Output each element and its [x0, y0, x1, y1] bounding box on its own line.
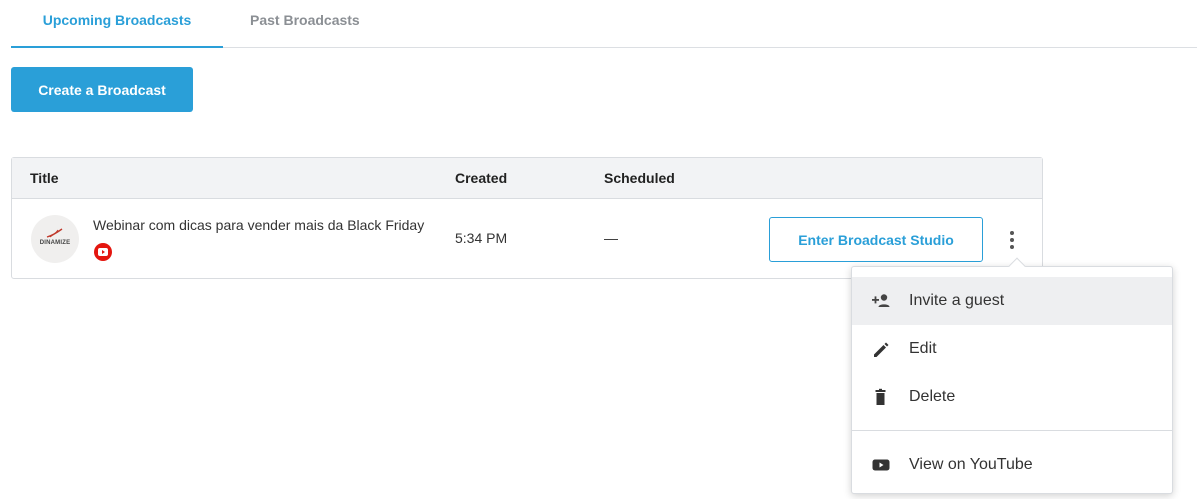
menu-item-view-on-youtube[interactable]: View on YouTube	[852, 441, 1172, 489]
pencil-icon	[874, 342, 889, 357]
menu-item-label: View on YouTube	[909, 456, 1033, 473]
created-time: 5:34 PM	[455, 230, 508, 246]
tab-upcoming-broadcasts[interactable]: Upcoming Broadcasts	[11, 0, 223, 48]
menu-divider	[852, 430, 1172, 431]
menu-item-label: Invite a guest	[909, 292, 1005, 309]
menu-item-label: Delete	[909, 388, 956, 405]
broadcast-options-menu: Invite a guest Edit Delete View on YouTu…	[851, 257, 1173, 494]
column-header-created: Created	[455, 170, 508, 186]
trash-icon	[875, 388, 886, 405]
broadcast-tabs: Upcoming Broadcasts Past Broadcasts	[11, 0, 1197, 48]
broadcast-logo: DINAMIZE	[31, 215, 79, 263]
logo-text: DINAMIZE	[39, 240, 71, 246]
column-header-scheduled: Scheduled	[604, 170, 675, 186]
youtube-icon	[872, 459, 890, 471]
add-person-icon	[872, 294, 890, 307]
scheduled-time: —	[604, 230, 618, 246]
table-header: Title Created Scheduled	[12, 158, 1042, 199]
broadcasts-table: Title Created Scheduled DINAMIZE Webinar…	[11, 157, 1043, 279]
menu-item-edit[interactable]: Edit	[852, 325, 1172, 373]
menu-item-label: Edit	[909, 340, 937, 357]
enter-broadcast-studio-button[interactable]: Enter Broadcast Studio	[769, 217, 983, 262]
menu-item-delete[interactable]: Delete	[852, 373, 1172, 421]
youtube-icon	[94, 243, 112, 261]
tab-past-broadcasts[interactable]: Past Broadcasts	[250, 0, 360, 48]
logo-mark-icon	[46, 228, 63, 238]
column-header-title: Title	[30, 170, 59, 186]
broadcast-title: Webinar com dicas para vender mais da Bl…	[93, 217, 425, 233]
menu-item-invite-guest[interactable]: Invite a guest	[852, 277, 1172, 325]
create-broadcast-button[interactable]: Create a Broadcast	[11, 67, 193, 112]
more-options-icon[interactable]	[1002, 227, 1022, 253]
